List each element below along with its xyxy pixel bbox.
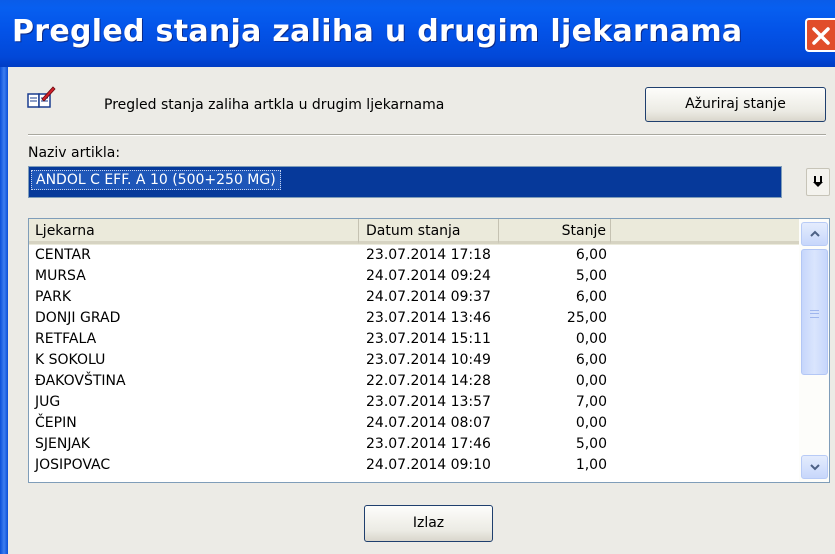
- scroll-up-button[interactable]: [801, 222, 828, 246]
- table-row[interactable]: JUG 23.07.2014 13:57 7,00: [29, 392, 799, 413]
- window-title: Pregled stanja zaliha u drugim ljekarnam…: [12, 14, 743, 49]
- table-row[interactable]: JOSIPOVAC 24.07.2014 09:10 1,00: [29, 455, 799, 476]
- chevron-up-icon: [810, 230, 820, 237]
- cell-date: 23.07.2014 10:49: [366, 352, 491, 368]
- article-name-label: Naziv artikla:: [28, 145, 121, 161]
- header-description: Pregled stanja zaliha artkla u drugim lj…: [104, 97, 445, 113]
- column-header-date[interactable]: Datum stanja: [359, 219, 499, 244]
- cell-stock: 0,00: [575, 331, 607, 347]
- dialog-window: Pregled stanja zaliha u drugim ljekarnam…: [0, 0, 835, 554]
- article-name-field[interactable]: ANDOL C EFF. A 10 (500+250 MG): [28, 166, 782, 198]
- vertical-scrollbar[interactable]: [799, 219, 829, 482]
- cell-date: 23.07.2014 13:46: [366, 310, 491, 326]
- grip-icon: [810, 310, 819, 318]
- exit-button[interactable]: Izlaz: [364, 505, 493, 542]
- table-row[interactable]: PARK 24.07.2014 09:37 6,00: [29, 287, 799, 308]
- cell-pharmacy: RETFALA: [35, 331, 97, 347]
- separator-line: [28, 134, 826, 136]
- column-header-empty: [611, 219, 799, 244]
- cell-pharmacy: MURSA: [35, 268, 86, 284]
- chevron-down-icon: [810, 464, 820, 471]
- cell-date: 23.07.2014 15:11: [366, 331, 491, 347]
- stock-list[interactable]: Ljekarna Datum stanja Stanje CENTAR 23.07…: [28, 218, 830, 483]
- update-stock-button[interactable]: Ažuriraj stanje: [645, 87, 826, 122]
- cell-pharmacy: DONJI GRAD: [35, 310, 121, 326]
- article-dropdown-button[interactable]: [806, 168, 830, 196]
- cell-pharmacy: JUG: [35, 394, 61, 410]
- table-row[interactable]: DONJI GRAD 23.07.2014 13:46 25,00: [29, 308, 799, 329]
- cell-stock: 0,00: [575, 373, 607, 389]
- cell-date: 23.07.2014 13:57: [366, 394, 491, 410]
- cell-date: 24.07.2014 09:37: [366, 289, 491, 305]
- cell-stock: 5,00: [575, 268, 607, 284]
- window-frame-left: [0, 67, 8, 554]
- table-row[interactable]: MURSA 24.07.2014 09:24 5,00: [29, 266, 799, 287]
- cell-date: 24.07.2014 09:24: [366, 268, 491, 284]
- cell-pharmacy: ĐAKOVŠTINA: [35, 373, 126, 389]
- table-row[interactable]: SJENJAK 23.07.2014 17:46 5,00: [29, 434, 799, 455]
- cell-pharmacy: SJENJAK: [35, 436, 90, 452]
- cell-stock: 0,00: [575, 415, 607, 431]
- table-row[interactable]: CENTAR 23.07.2014 17:18 6,00: [29, 245, 799, 266]
- close-icon: [812, 27, 830, 45]
- cell-pharmacy: PARK: [35, 289, 72, 305]
- cell-date: 24.07.2014 08:07: [366, 415, 491, 431]
- cell-stock: 25,00: [566, 310, 607, 326]
- cell-stock: 5,00: [575, 436, 607, 452]
- table-row[interactable]: ČEPIN 24.07.2014 08:07 0,00: [29, 413, 799, 434]
- scroll-down-button[interactable]: [801, 455, 828, 479]
- cell-pharmacy: JOSIPOVAC: [35, 457, 111, 473]
- cell-pharmacy: ČEPIN: [35, 415, 77, 431]
- cell-stock: 6,00: [575, 352, 607, 368]
- cell-date: 23.07.2014 17:18: [366, 247, 491, 263]
- cell-date: 24.07.2014 09:10: [366, 457, 491, 473]
- title-bar[interactable]: Pregled stanja zaliha u drugim ljekarnam…: [0, 0, 835, 67]
- book-pencil-icon: [26, 85, 56, 111]
- cell-stock: 6,00: [575, 247, 607, 263]
- column-header-stock[interactable]: Stanje: [499, 219, 611, 244]
- cell-pharmacy: CENTAR: [35, 247, 91, 263]
- cell-stock: 7,00: [575, 394, 607, 410]
- cell-stock: 6,00: [575, 289, 607, 305]
- close-button[interactable]: [805, 18, 835, 52]
- scroll-thumb[interactable]: [801, 249, 828, 375]
- cell-pharmacy: K SOKOLU: [35, 352, 106, 368]
- column-header-pharmacy[interactable]: Ljekarna: [29, 219, 359, 244]
- article-name-value: ANDOL C EFF. A 10 (500+250 MG): [31, 170, 281, 190]
- cell-stock: 1,00: [575, 457, 607, 473]
- table-row[interactable]: ĐAKOVŠTINA 22.07.2014 14:28 0,00: [29, 371, 799, 392]
- list-header: Ljekarna Datum stanja Stanje: [29, 219, 799, 245]
- download-arrow-icon: [813, 176, 823, 187]
- cell-date: 22.07.2014 14:28: [366, 373, 491, 389]
- table-row[interactable]: RETFALA 23.07.2014 15:11 0,00: [29, 329, 799, 350]
- cell-date: 23.07.2014 17:46: [366, 436, 491, 452]
- table-row[interactable]: K SOKOLU 23.07.2014 10:49 6,00: [29, 350, 799, 371]
